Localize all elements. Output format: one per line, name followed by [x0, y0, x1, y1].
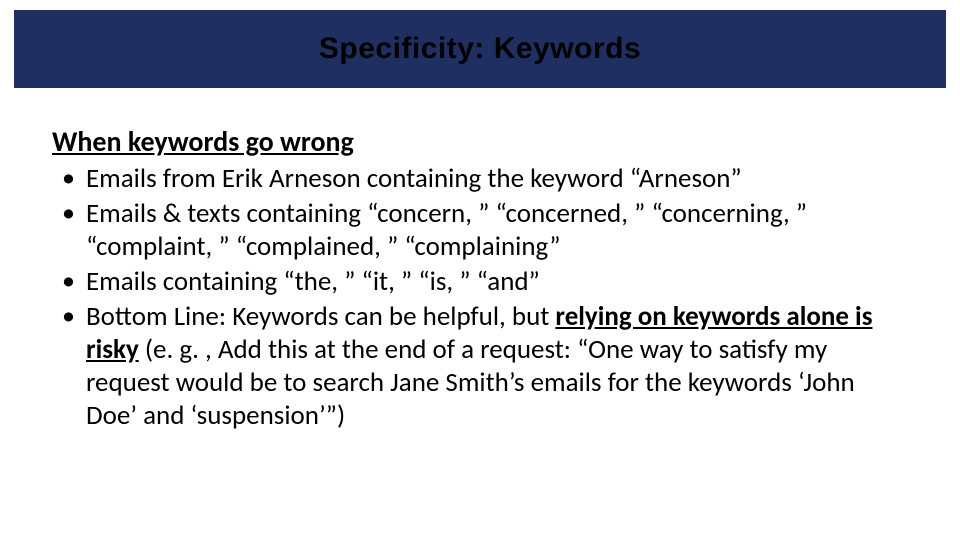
bullet-text-pre: Bottom Line: Keywords can be helpful, bu…	[86, 300, 555, 333]
slide-title: Specificity: Keywords	[319, 32, 641, 66]
bullet-text: Emails containing “the, ” “it, ” “is, ” …	[86, 265, 540, 298]
bullet-item: Bottom Line: Keywords can be helpful, bu…	[62, 301, 908, 433]
content-area: When keywords go wrong Emails from Erik …	[14, 88, 946, 433]
bullet-item: Emails containing “the, ” “it, ” “is, ” …	[62, 266, 908, 299]
bullet-text: Emails from Erik Arneson containing the …	[86, 162, 742, 195]
section-heading: When keywords go wrong	[52, 124, 908, 159]
title-bar: Specificity: Keywords	[14, 10, 946, 88]
bullet-text-post: (e. g. , Add this at the end of a reques…	[86, 333, 855, 432]
bullet-text: Emails & texts containing “concern, ” “c…	[86, 197, 807, 263]
bullet-item: Emails from Erik Arneson containing the …	[62, 163, 908, 196]
slide: Specificity: Keywords When keywords go w…	[0, 0, 960, 540]
bullet-item: Emails & texts containing “concern, ” “c…	[62, 198, 908, 264]
bullet-list: Emails from Erik Arneson containing the …	[52, 163, 908, 433]
